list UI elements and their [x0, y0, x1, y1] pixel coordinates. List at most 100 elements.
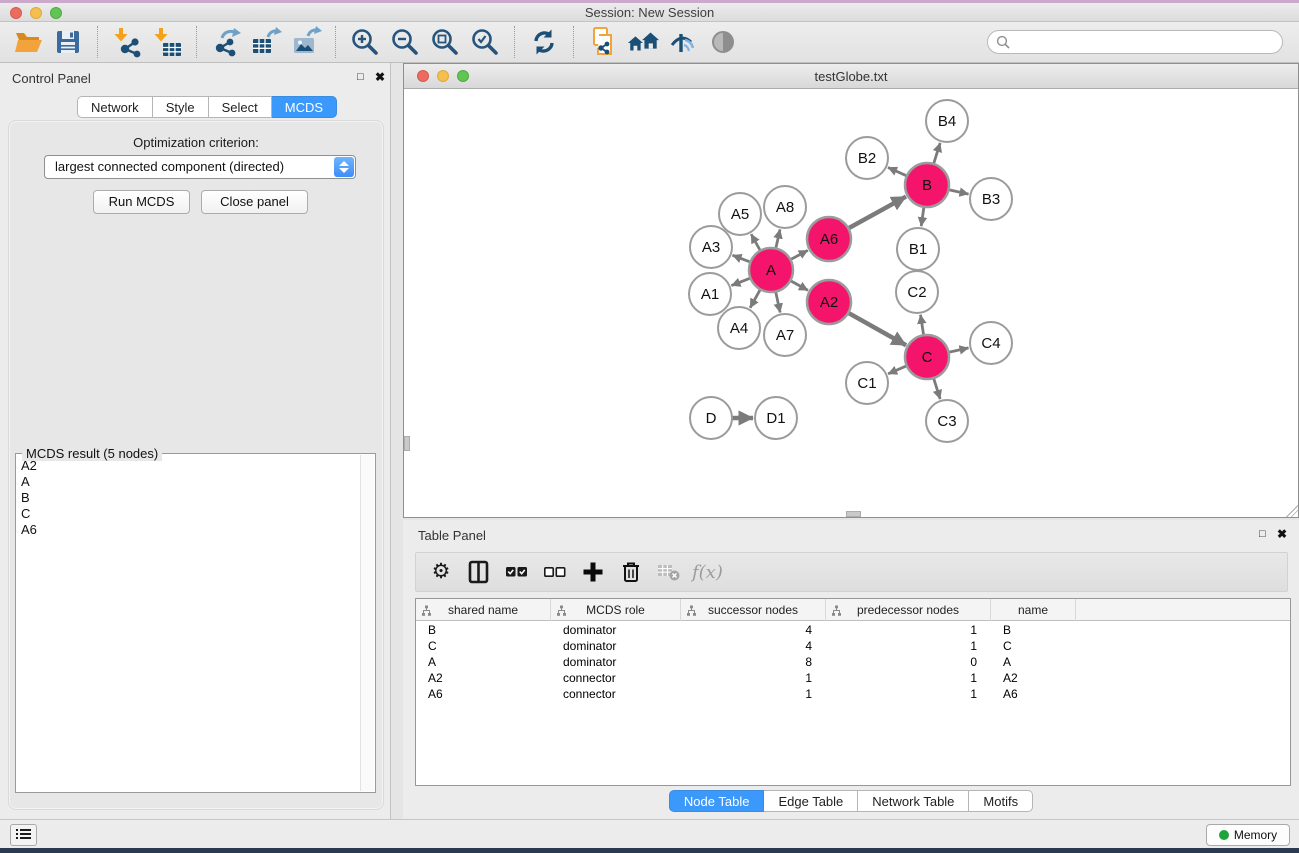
- close-panel-icon[interactable]: ✖: [1277, 527, 1287, 541]
- zoom-in-icon[interactable]: [348, 25, 382, 59]
- share-document-icon[interactable]: [586, 25, 620, 59]
- criterion-select[interactable]: largest connected component (directed): [44, 155, 356, 179]
- zoom-selected-icon[interactable]: [468, 25, 502, 59]
- function-builder-icon[interactable]: f(x): [692, 557, 723, 587]
- eye-icon[interactable]: [706, 25, 740, 59]
- graph-edge-C-C2[interactable]: [920, 315, 923, 338]
- mcds-result-item[interactable]: A6: [17, 522, 360, 538]
- zoom-fit-icon[interactable]: [428, 25, 462, 59]
- minimize-traffic-light[interactable]: [437, 70, 449, 82]
- network-graph[interactable]: B4B2BB3A5A8A6B1A3AC2A1A2A4A7C4CC1C3DD1: [404, 89, 1298, 517]
- table-cell[interactable]: dominator: [551, 638, 681, 654]
- mcds-result-list[interactable]: A2ABCA6: [17, 458, 360, 791]
- resize-grip-icon[interactable]: [1286, 505, 1298, 517]
- table-row[interactable]: A6connector11A6: [416, 686, 1290, 702]
- column-header-predecessor-nodes[interactable]: predecessor nodes: [826, 599, 991, 621]
- table-cell[interactable]: A: [416, 654, 551, 670]
- hide-details-icon[interactable]: [666, 25, 700, 59]
- open-folder-icon[interactable]: [11, 25, 45, 59]
- delete-icon[interactable]: [616, 557, 646, 587]
- table-cell[interactable]: 1: [826, 638, 991, 654]
- table-cell[interactable]: 1: [826, 686, 991, 702]
- mcds-result-item[interactable]: A: [17, 474, 360, 490]
- import-table-icon[interactable]: [150, 25, 184, 59]
- minimize-traffic-light[interactable]: [30, 7, 42, 19]
- float-panel-icon[interactable]: □: [1259, 528, 1266, 540]
- maximize-traffic-light[interactable]: [50, 7, 62, 19]
- graph-edge-A6-B[interactable]: [847, 197, 906, 230]
- graph-edge-C-C1[interactable]: [888, 365, 909, 374]
- graph-edge-B-B3[interactable]: [947, 189, 969, 194]
- maximize-traffic-light[interactable]: [457, 70, 469, 82]
- tab-network[interactable]: Network: [77, 96, 153, 118]
- table-row[interactable]: A2connector11A2: [416, 670, 1290, 686]
- table-cell[interactable]: dominator: [551, 654, 681, 670]
- homes-icon[interactable]: [626, 25, 660, 59]
- tab-motifs[interactable]: Motifs: [969, 790, 1033, 812]
- table-cell[interactable]: 1: [681, 670, 826, 686]
- close-panel-icon[interactable]: ✖: [375, 70, 385, 84]
- tab-edge-table[interactable]: Edge Table: [764, 790, 858, 812]
- table-row[interactable]: Bdominator41B: [416, 622, 1290, 638]
- columns-icon[interactable]: [464, 557, 494, 587]
- tab-style[interactable]: Style: [153, 96, 209, 118]
- close-traffic-light[interactable]: [417, 70, 429, 82]
- table-cell[interactable]: A2: [416, 670, 551, 686]
- column-header-shared-name[interactable]: shared name: [416, 599, 551, 621]
- memory-button[interactable]: Memory: [1206, 824, 1290, 846]
- tab-network-table[interactable]: Network Table: [858, 790, 969, 812]
- graph-edge-B-B2[interactable]: [888, 167, 909, 176]
- graph-edge-B-B4[interactable]: [933, 143, 940, 166]
- table-cell[interactable]: 0: [826, 654, 991, 670]
- import-network-icon[interactable]: [110, 25, 144, 59]
- table-cell[interactable]: B: [416, 622, 551, 638]
- graph-edge-A-A6[interactable]: [789, 250, 808, 260]
- save-icon[interactable]: [51, 25, 85, 59]
- search-input[interactable]: [987, 30, 1283, 54]
- table-cell[interactable]: A: [991, 654, 1076, 670]
- export-table-icon[interactable]: [249, 25, 283, 59]
- float-panel-icon[interactable]: □: [357, 71, 364, 83]
- mcds-list-scrollbar[interactable]: [360, 455, 374, 791]
- graph-edge-C-C3[interactable]: [933, 376, 940, 399]
- graph-edge-C-C4[interactable]: [947, 348, 969, 353]
- table-cell[interactable]: A6: [416, 686, 551, 702]
- refresh-icon[interactable]: [527, 25, 561, 59]
- mcds-result-item[interactable]: A2: [17, 458, 360, 474]
- table-cell[interactable]: 4: [681, 638, 826, 654]
- add-icon[interactable]: [578, 557, 608, 587]
- column-header-name[interactable]: name: [991, 599, 1076, 621]
- table-cell[interactable]: connector: [551, 686, 681, 702]
- delete-table-icon[interactable]: [654, 557, 684, 587]
- close-traffic-light[interactable]: [10, 7, 22, 19]
- table-cell[interactable]: 1: [826, 670, 991, 686]
- node-attribute-table[interactable]: shared nameMCDS rolesuccessor nodesprede…: [415, 598, 1291, 786]
- select-all-icon[interactable]: [502, 557, 532, 587]
- tab-mcds[interactable]: MCDS: [272, 96, 337, 118]
- mcds-result-item[interactable]: B: [17, 490, 360, 506]
- table-cell[interactable]: connector: [551, 670, 681, 686]
- graph-edge-A-A7[interactable]: [775, 290, 780, 313]
- table-row[interactable]: Cdominator41C: [416, 638, 1290, 654]
- graph-edge-A-A2[interactable]: [789, 280, 808, 291]
- mcds-result-item[interactable]: C: [17, 506, 360, 522]
- column-header-successor-nodes[interactable]: successor nodes: [681, 599, 826, 621]
- deselect-all-icon[interactable]: [540, 557, 570, 587]
- export-image-icon[interactable]: [289, 25, 323, 59]
- table-cell[interactable]: B: [991, 622, 1076, 638]
- export-network-icon[interactable]: [209, 25, 243, 59]
- tab-select[interactable]: Select: [209, 96, 272, 118]
- tab-node-table[interactable]: Node Table: [669, 790, 765, 812]
- table-cell[interactable]: 8: [681, 654, 826, 670]
- close-panel-button[interactable]: Close panel: [201, 190, 308, 214]
- graph-edge-A-A4[interactable]: [750, 288, 761, 308]
- table-cell[interactable]: dominator: [551, 622, 681, 638]
- table-cell[interactable]: C: [416, 638, 551, 654]
- table-cell[interactable]: A2: [991, 670, 1076, 686]
- canvas-left-scroll-nub[interactable]: [404, 436, 410, 451]
- run-mcds-button[interactable]: Run MCDS: [93, 190, 190, 214]
- table-row[interactable]: Adominator80A: [416, 654, 1290, 670]
- table-cell[interactable]: 1: [826, 622, 991, 638]
- table-cell[interactable]: A6: [991, 686, 1076, 702]
- table-cell[interactable]: 1: [681, 686, 826, 702]
